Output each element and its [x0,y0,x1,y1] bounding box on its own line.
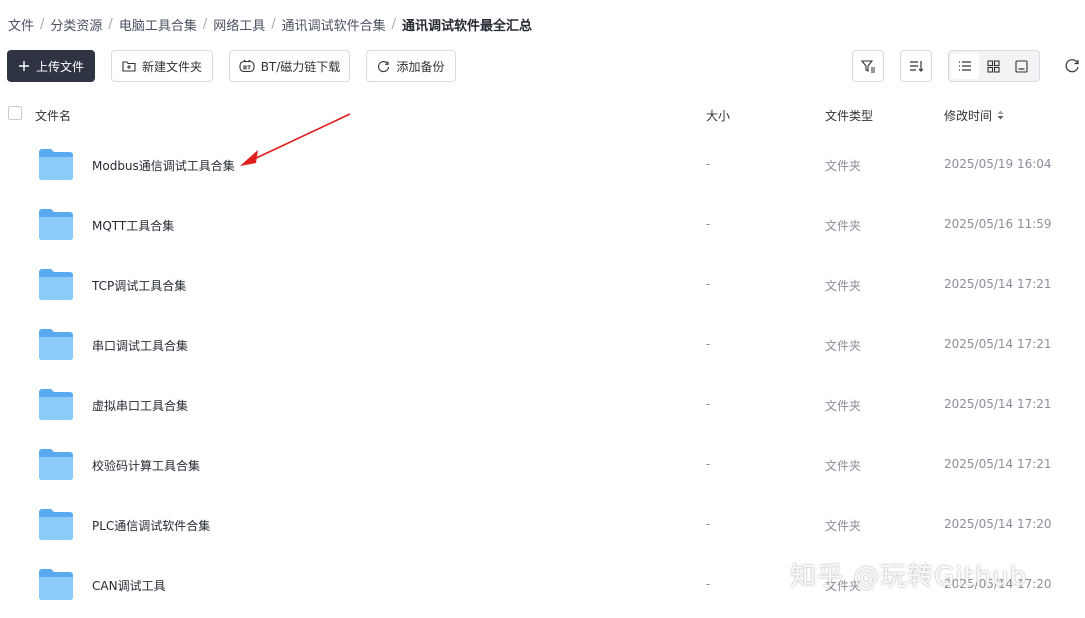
table-row[interactable]: 虚拟串口工具合集 - 文件夹 2025/05/14 17:21 [0,374,1085,434]
sort-button[interactable] [900,50,932,82]
file-name[interactable]: TCP调试工具合集 [92,277,186,294]
file-modified: 2025/05/14 17:20 [944,517,1052,531]
file-name[interactable]: PLC通信调试软件合集 [92,517,210,534]
watermark: 知乎 @玩转Github [790,562,1028,592]
folder-icon [38,148,74,184]
breadcrumb-item-category[interactable]: 分类资源 [50,15,102,34]
folder-icon [38,328,74,364]
file-type: 文件夹 [825,399,862,413]
file-size: - [706,157,711,171]
file-name[interactable]: CAN调试工具 [92,577,166,594]
file-modified: 2025/05/19 16:04 [944,157,1052,171]
file-size: - [706,397,711,411]
breadcrumb-item-files[interactable]: 文件 [8,15,34,34]
file-name[interactable]: 虚拟串口工具合集 [92,397,188,414]
table-row[interactable]: Modbus通信调试工具合集 - 文件夹 2025/05/19 16:04 [0,134,1085,194]
file-modified: 2025/05/14 17:21 [944,277,1052,291]
refresh-button[interactable] [1064,58,1080,78]
file-type: 文件夹 [825,519,862,533]
file-type: 文件夹 [825,459,862,473]
sort-icon [910,61,924,72]
file-modified: 2025/05/14 17:21 [944,337,1052,351]
file-type: 文件夹 [825,219,862,233]
thumbnail-view-button[interactable] [1007,53,1035,79]
bt-magnet-download-button[interactable]: BT BT/磁力链下载 [229,50,350,82]
folder-icon [38,268,74,304]
file-type: 文件夹 [825,339,862,353]
folder-icon [38,388,74,424]
filter-button[interactable] [852,50,884,82]
file-name[interactable]: 校验码计算工具合集 [92,457,200,474]
backup-button-label: 添加备份 [396,59,445,74]
table-row[interactable]: MQTT工具合集 - 文件夹 2025/05/16 11:59 [0,194,1085,254]
bt-icon: BT [239,59,255,73]
upload-button[interactable]: 上传文件 [7,50,95,82]
upload-button-label: 上传文件 [35,59,84,74]
thumbnail-icon [1014,59,1028,73]
bt-button-label: BT/磁力链下载 [260,59,341,74]
table-header: 文件名 大小 文件类型 修改时间 [0,104,1085,126]
column-header-modified[interactable]: 修改时间 [944,107,992,124]
folder-icon [38,208,74,244]
view-mode-group [948,50,1040,82]
list-icon [959,61,971,71]
breadcrumb-item-current: 通讯调试软件最全汇总 [402,18,533,34]
column-header-name[interactable]: 文件名 [35,107,71,124]
file-name[interactable]: 串口调试工具合集 [92,337,188,354]
folder-icon [38,568,74,604]
breadcrumb-separator: / [391,16,397,32]
file-type: 文件夹 [825,159,862,173]
new-folder-button-label: 新建文件夹 [141,59,202,74]
add-backup-button[interactable]: 添加备份 [366,50,456,82]
file-name[interactable]: Modbus通信调试工具合集 [92,157,235,174]
refresh-backup-icon [378,60,390,72]
breadcrumb-separator: / [40,16,45,32]
file-modified: 2025/05/16 11:59 [944,217,1052,231]
file-size: - [706,277,711,291]
refresh-icon [1065,59,1079,73]
breadcrumb: 文件 / 分类资源 / 电脑工具合集 / 网络工具 / 通讯调试软件合集 / 通… [8,14,532,34]
svg-text:BT: BT [243,65,251,71]
folder-plus-icon [122,61,136,72]
folder-icon [38,508,74,544]
breadcrumb-separator: / [271,16,276,32]
file-name[interactable]: MQTT工具合集 [92,217,174,234]
sort-toggle-icon[interactable] [997,110,1004,120]
folder-icon [38,448,74,484]
table-row[interactable]: 串口调试工具合集 - 文件夹 2025/05/14 17:21 [0,314,1085,374]
table-row[interactable]: TCP调试工具合集 - 文件夹 2025/05/14 17:21 [0,254,1085,314]
new-folder-button[interactable]: 新建文件夹 [111,50,213,82]
column-header-type[interactable]: 文件类型 [825,107,873,124]
file-size: - [706,337,711,351]
column-header-size[interactable]: 大小 [706,107,730,124]
breadcrumb-item-network-tools[interactable]: 网络工具 [213,15,265,34]
file-size: - [706,517,711,531]
grid-view-button[interactable] [979,53,1007,79]
grid-icon [986,59,1000,73]
filter-icon [860,60,875,73]
file-modified: 2025/05/14 17:21 [944,457,1052,471]
plus-icon [18,61,29,71]
file-size: - [706,457,711,471]
breadcrumb-separator: / [202,16,208,32]
breadcrumb-item-comm-tools[interactable]: 通讯调试软件合集 [282,15,386,34]
file-size: - [706,577,711,591]
breadcrumb-item-pc-tools[interactable]: 电脑工具合集 [119,15,197,34]
table-row[interactable]: 校验码计算工具合集 - 文件夹 2025/05/14 17:21 [0,434,1085,494]
list-view-button[interactable] [951,53,979,79]
file-size: - [706,217,711,231]
table-row[interactable]: PLC通信调试软件合集 - 文件夹 2025/05/14 17:20 [0,494,1085,554]
file-modified: 2025/05/14 17:21 [944,397,1052,411]
file-type: 文件夹 [825,279,862,293]
breadcrumb-separator: / [108,16,113,32]
